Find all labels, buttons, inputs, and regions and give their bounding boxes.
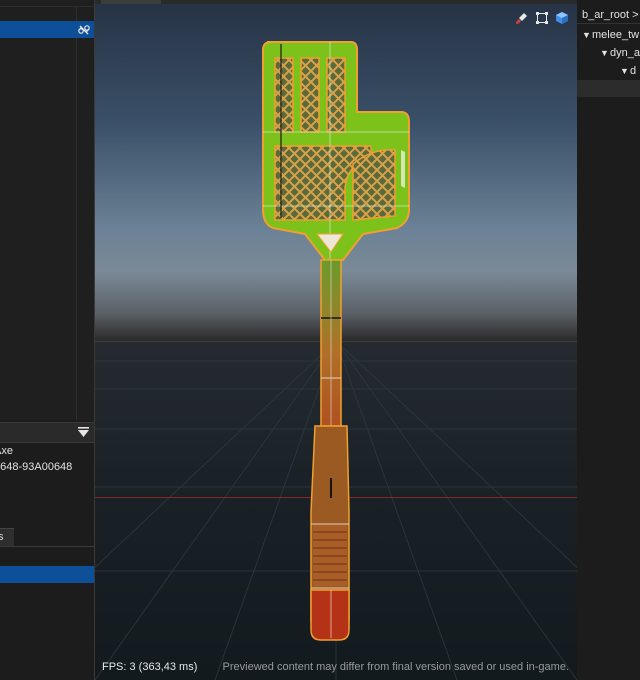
filter-icon[interactable] bbox=[77, 426, 90, 439]
axe-head bbox=[262, 41, 410, 278]
asset-id: 0648-93A00648 bbox=[0, 461, 73, 473]
asset-name: Axe bbox=[0, 445, 13, 457]
left-panel: Axe 0648-93A00648 s bbox=[0, 0, 94, 680]
preview-viewport[interactable]: FPS: 3 (363,43 ms) Previewed content may… bbox=[94, 0, 578, 680]
details-header bbox=[0, 422, 94, 443]
bounding-box-icon[interactable] bbox=[535, 11, 549, 25]
tree-item[interactable]: ▼dyn_a bbox=[600, 47, 640, 59]
viewport-tab[interactable] bbox=[101, 0, 161, 4]
preview-notice: Previewed content may differ from final … bbox=[222, 661, 569, 673]
tree-item-label: dyn_a bbox=[610, 47, 640, 59]
unlink-icon[interactable] bbox=[77, 23, 91, 36]
skeleton-tree-panel: b_ar_root > ▼melee_tw ▼dyn_a ▼d bbox=[577, 0, 640, 680]
column-divider[interactable] bbox=[76, 6, 77, 420]
selected-list-item[interactable] bbox=[0, 566, 94, 583]
divider bbox=[0, 546, 94, 547]
axe-shaft bbox=[310, 259, 350, 641]
tree-item[interactable]: ▼melee_tw bbox=[582, 29, 639, 41]
asset-list-panel bbox=[0, 0, 94, 420]
expand-arrow-icon[interactable]: ▼ bbox=[582, 30, 592, 40]
viewport-tab-strip bbox=[95, 0, 577, 4]
expand-arrow-icon[interactable]: ▼ bbox=[600, 48, 610, 58]
divider bbox=[0, 6, 94, 7]
cube-icon[interactable] bbox=[555, 11, 569, 25]
tree-item-label: melee_tw bbox=[592, 29, 640, 41]
paint-brush-icon[interactable] bbox=[515, 11, 529, 25]
tree-item-label: d bbox=[630, 65, 637, 77]
tab-label: s bbox=[0, 531, 4, 543]
expand-arrow-icon[interactable]: ▼ bbox=[620, 66, 630, 76]
fps-readout: FPS: 3 (363,43 ms) bbox=[102, 661, 198, 673]
selected-asset-row[interactable] bbox=[0, 21, 94, 38]
divider bbox=[577, 23, 640, 24]
viewport-toolbar bbox=[515, 11, 569, 25]
selected-tree-row[interactable] bbox=[577, 80, 640, 97]
axe-model bbox=[262, 41, 410, 641]
tab-panel[interactable]: s bbox=[0, 528, 14, 547]
tree-item[interactable]: ▼d bbox=[620, 65, 636, 77]
breadcrumb[interactable]: b_ar_root > bbox=[582, 9, 639, 21]
